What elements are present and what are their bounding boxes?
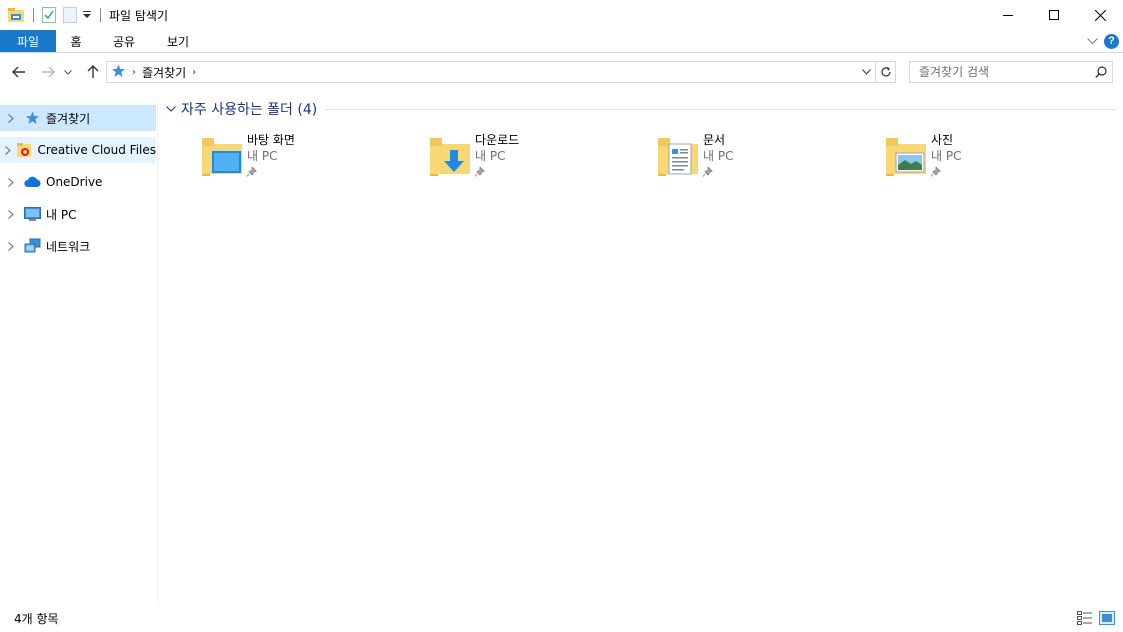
sidebar-item-label: 네트워크	[46, 239, 91, 254]
section-divider	[325, 108, 1116, 110]
sidebar-item-label: 내 PC	[46, 207, 77, 222]
chevron-down-icon[interactable]	[164, 106, 178, 112]
toolbar-divider	[100, 8, 101, 22]
explorer-app-icon[interactable]	[7, 6, 25, 24]
window-title: 파일 탐색기	[109, 8, 169, 23]
folder-tile-downloads[interactable]: 다운로드 내 PC	[426, 128, 651, 184]
back-button[interactable]	[9, 62, 29, 82]
breadcrumb-separator-icon[interactable]: ›	[192, 67, 196, 78]
pin-icon	[474, 165, 487, 178]
sidebar-item-favorites[interactable]: 즐겨찾기	[0, 105, 156, 131]
maximize-button[interactable]	[1031, 0, 1077, 30]
address-history-button[interactable]	[857, 62, 875, 82]
folder-name: 다운로드	[475, 133, 520, 147]
frequent-folders-header[interactable]: 자주 사용하는 폴더 (4)	[164, 99, 1116, 119]
sidebar-item-label: Creative Cloud Files	[37, 143, 156, 157]
customize-toolbar-chevron-icon[interactable]	[82, 6, 92, 24]
folder-name: 문서	[703, 133, 726, 147]
search-box[interactable]	[909, 61, 1113, 83]
address-star-icon	[111, 64, 126, 81]
section-title: 자주 사용하는 폴더 (4)	[181, 102, 318, 118]
sidebar-item-creative-cloud-files[interactable]: Creative Cloud Files	[0, 137, 156, 163]
tab-file[interactable]: 파일	[0, 30, 56, 52]
sidebar-item-network[interactable]: 네트워크	[0, 233, 156, 259]
ribbon-right-controls: ?	[1087, 30, 1119, 52]
window-controls	[985, 0, 1123, 30]
navigation-pane: 즐겨찾기 Creative Cloud Files OneDrive 내 PC	[0, 100, 158, 605]
folder-name: 사진	[931, 133, 954, 147]
pin-icon	[930, 165, 943, 178]
sidebar-item-onedrive[interactable]: OneDrive	[0, 169, 156, 195]
desktop-folder-icon	[198, 134, 244, 184]
tab-share[interactable]: 공유	[96, 30, 152, 52]
properties-icon[interactable]	[40, 6, 58, 24]
folder-location: 내 PC	[703, 149, 734, 163]
chevron-right-icon[interactable]	[0, 113, 22, 123]
forward-button[interactable]	[38, 62, 58, 82]
chevron-right-icon[interactable]	[0, 177, 22, 187]
pin-icon	[702, 165, 715, 178]
chevron-right-icon[interactable]	[0, 145, 15, 155]
chevron-right-icon[interactable]	[0, 241, 22, 251]
title-bar: 파일 탐색기	[0, 0, 1123, 30]
network-icon	[23, 237, 41, 255]
address-bar[interactable]: › 즐겨찾기 ›	[106, 61, 896, 83]
new-folder-icon[interactable]	[61, 6, 79, 24]
refresh-icon	[880, 67, 891, 77]
folder-tile-pictures[interactable]: 사진 내 PC	[882, 128, 1107, 184]
sidebar-item-label: OneDrive	[46, 175, 103, 189]
recent-locations-button[interactable]	[62, 62, 74, 82]
up-button[interactable]	[83, 62, 103, 82]
ribbon-tabs: 파일 홈 공유 보기 ?	[0, 30, 1123, 53]
minimize-button[interactable]	[985, 0, 1031, 30]
folder-name: 바탕 화면	[247, 133, 295, 147]
details-view-icon[interactable]	[1077, 611, 1093, 625]
minimize-icon	[1003, 15, 1013, 16]
downloads-folder-icon	[426, 134, 472, 184]
back-arrow-icon	[12, 66, 25, 78]
sidebar-item-label: 즐겨찾기	[46, 111, 91, 126]
item-count: 4개 항목	[14, 612, 59, 626]
refresh-button[interactable]	[875, 62, 895, 82]
folder-tile-documents[interactable]: 문서 내 PC	[654, 128, 879, 184]
folder-location: 내 PC	[475, 149, 506, 163]
search-icon[interactable]	[1090, 62, 1112, 82]
quick-access-toolbar: 파일 탐색기	[0, 0, 168, 30]
breadcrumb-favorites[interactable]: 즐겨찾기	[142, 64, 186, 81]
up-arrow-icon	[87, 65, 99, 78]
pc-monitor-icon	[23, 205, 41, 223]
maximize-icon	[1049, 10, 1059, 20]
pictures-folder-icon	[882, 134, 928, 184]
expand-ribbon-chevron-icon[interactable]	[1087, 34, 1098, 48]
forward-arrow-icon	[42, 66, 55, 78]
folder-tile-desktop[interactable]: 바탕 화면 내 PC	[198, 128, 423, 184]
chevron-down-icon	[64, 69, 72, 75]
creative-cloud-folder-icon	[16, 141, 32, 159]
view-toggle	[1077, 611, 1115, 625]
toolbar-divider	[33, 8, 34, 22]
chevron-right-icon[interactable]	[0, 209, 22, 219]
documents-folder-icon	[654, 134, 700, 184]
close-button[interactable]	[1077, 0, 1123, 30]
folder-location: 내 PC	[931, 149, 962, 163]
help-icon[interactable]: ?	[1104, 33, 1119, 49]
large-icons-view-icon[interactable]	[1099, 611, 1115, 625]
close-icon	[1094, 9, 1106, 21]
tab-view[interactable]: 보기	[152, 30, 204, 52]
search-input[interactable]	[910, 65, 1090, 79]
breadcrumb-separator-icon[interactable]: ›	[132, 67, 136, 78]
tab-home[interactable]: 홈	[56, 30, 96, 52]
chevron-down-icon	[862, 69, 871, 75]
onedrive-cloud-icon	[23, 173, 41, 191]
status-bar: 4개 항목	[0, 605, 1123, 632]
sidebar-item-this-pc[interactable]: 내 PC	[0, 201, 156, 227]
folder-location: 내 PC	[247, 149, 278, 163]
star-icon	[23, 109, 41, 127]
pin-icon	[246, 165, 259, 178]
